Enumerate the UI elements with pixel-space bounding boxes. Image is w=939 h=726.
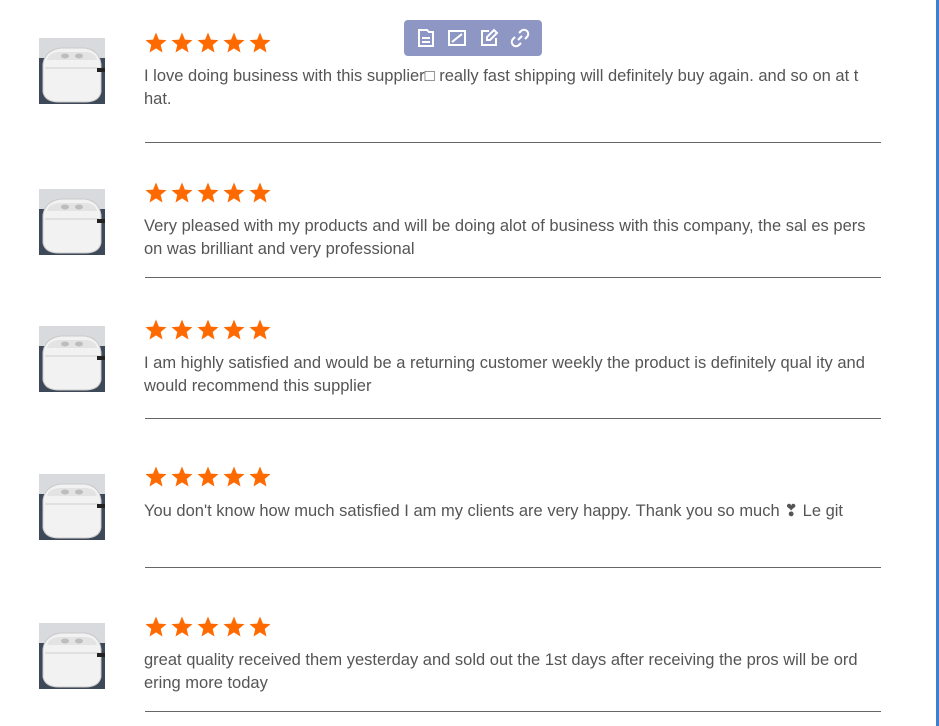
star-icon [171, 32, 193, 53]
star-icon [171, 466, 193, 487]
star-icon [145, 319, 167, 340]
star-icon [223, 182, 245, 203]
star-icon [197, 616, 219, 637]
divider [145, 711, 881, 712]
image-icon [447, 28, 467, 48]
star-icon [249, 32, 271, 53]
product-thumbnail[interactable] [39, 38, 105, 104]
divider [145, 567, 881, 568]
star-icon [223, 32, 245, 53]
star-icon [249, 319, 271, 340]
product-thumbnail[interactable] [39, 474, 105, 540]
review-text: You don't know how much satisfied I am m… [144, 502, 844, 520]
review-text: I am highly satisfied and would be a ret… [144, 354, 865, 395]
link-icon [510, 28, 530, 48]
star-icon [197, 182, 219, 203]
divider [145, 277, 881, 278]
star-rating [144, 615, 272, 641]
star-icon [223, 616, 245, 637]
star-icon [197, 32, 219, 53]
star-icon [145, 616, 167, 637]
divider [145, 418, 881, 419]
star-icon [145, 466, 167, 487]
star-icon [249, 466, 271, 487]
review-text: I love doing business with this supplier… [144, 67, 859, 108]
review-text: great quality received them yesterday an… [144, 651, 858, 692]
image-toolbar [404, 20, 542, 56]
star-icon [171, 319, 193, 340]
star-icon [223, 466, 245, 487]
star-rating [144, 465, 272, 491]
star-icon [249, 616, 271, 637]
star-rating [144, 31, 272, 57]
product-thumbnail[interactable] [39, 326, 105, 392]
star-icon [145, 32, 167, 53]
link-button[interactable] [507, 25, 533, 51]
image-button[interactable] [444, 25, 470, 51]
star-icon [249, 182, 271, 203]
edit-button[interactable] [476, 25, 502, 51]
star-icon [171, 616, 193, 637]
star-icon [197, 466, 219, 487]
reviews-page: I love doing business with this supplier… [0, 0, 939, 726]
product-thumbnail[interactable] [39, 623, 105, 689]
star-rating [144, 318, 272, 344]
star-rating [144, 181, 272, 207]
review-text: Very pleased with my products and will b… [144, 217, 866, 258]
star-icon [223, 319, 245, 340]
file-button[interactable] [413, 25, 439, 51]
star-icon [171, 182, 193, 203]
star-icon [145, 182, 167, 203]
file-icon [416, 28, 436, 48]
edit-icon [479, 28, 499, 48]
product-thumbnail[interactable] [39, 189, 105, 255]
divider [145, 142, 881, 143]
star-icon [197, 319, 219, 340]
